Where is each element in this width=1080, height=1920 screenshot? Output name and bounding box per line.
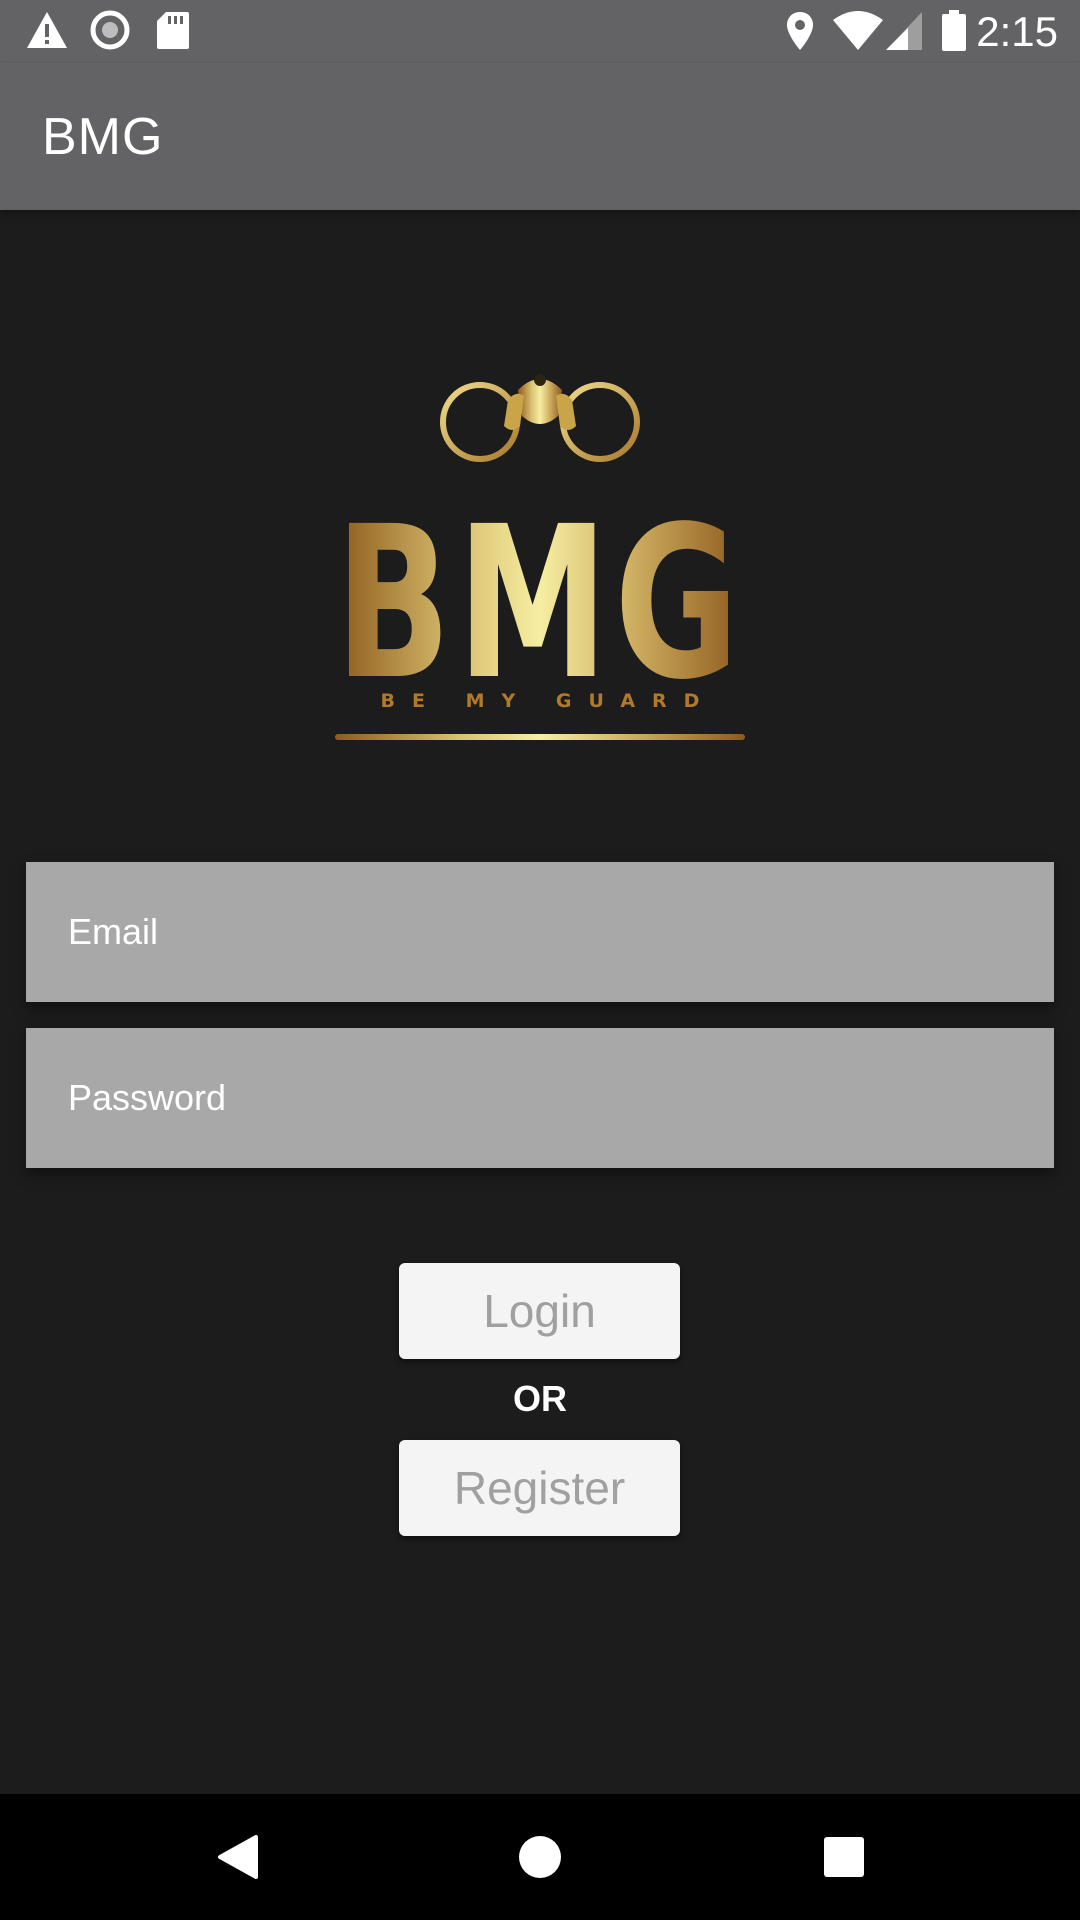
nav-recents-button[interactable] <box>764 1794 924 1920</box>
signal-icon <box>886 12 922 50</box>
clock-time: 2:15 <box>976 8 1058 55</box>
nav-back-button[interactable] <box>158 1794 318 1920</box>
logo-tagline: BE MY GUARD <box>380 690 717 712</box>
navigation-bar <box>0 1794 1080 1920</box>
sync-icon <box>90 10 130 50</box>
app-title: BMG <box>42 108 164 166</box>
register-button[interactable]: Register <box>399 1440 680 1536</box>
battery-icon <box>942 10 966 51</box>
app-bar: BMG <box>0 63 1080 210</box>
password-field[interactable] <box>26 1028 1054 1168</box>
back-icon <box>218 1835 258 1879</box>
location-icon <box>787 12 813 50</box>
sd-card-icon <box>157 12 189 49</box>
recents-icon <box>824 1837 864 1877</box>
wifi-icon <box>833 11 883 50</box>
nav-home-button[interactable] <box>460 1794 620 1920</box>
login-screen: 2:15 BMG BMG BE MY GUARD Email Login OR … <box>0 0 1080 1920</box>
warning-icon <box>27 12 67 48</box>
status-bar: 2:15 <box>0 0 1080 63</box>
email-field[interactable] <box>26 862 1054 1002</box>
login-button[interactable]: Login <box>399 1263 680 1359</box>
or-separator: OR <box>513 1378 567 1419</box>
bmg-logo: BMG BE MY GUARD <box>332 360 748 750</box>
home-icon <box>519 1836 561 1878</box>
